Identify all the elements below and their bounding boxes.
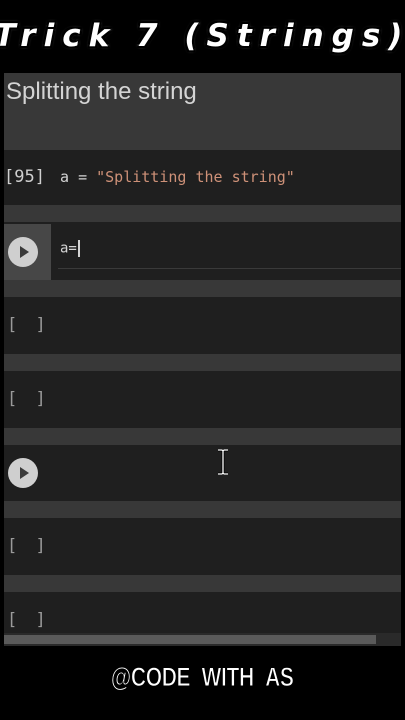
cell-separator <box>4 428 401 445</box>
cell-separator <box>4 354 401 371</box>
cell-gutter <box>4 224 51 280</box>
play-icon <box>9 459 37 487</box>
code-input[interactable]: a= <box>60 241 77 257</box>
text-cell-heading: Splitting the string <box>6 78 197 105</box>
scrollbar-thumb[interactable] <box>4 635 376 644</box>
notebook-area: Splitting the string [95] a = "Splitting… <box>4 73 401 646</box>
empty-cell-prompt: [ ] <box>7 536 50 556</box>
run-cell-button[interactable] <box>8 458 38 488</box>
empty-code-cell[interactable]: [ ] <box>4 592 401 633</box>
empty-cell-prompt: [ ] <box>7 315 50 335</box>
cell-separator <box>4 575 401 592</box>
text-cell[interactable]: Splitting the string <box>4 73 401 150</box>
hovered-code-cell[interactable] <box>4 445 401 501</box>
cell-separator <box>4 501 401 518</box>
cell-separator <box>4 205 401 222</box>
code-editor[interactable]: a= <box>58 232 401 269</box>
play-icon <box>9 238 37 266</box>
empty-cell-prompt: [ ] <box>7 389 50 409</box>
empty-cell-prompt: [ ] <box>7 610 50 630</box>
code-line[interactable]: a = "Splitting the string" <box>60 168 295 186</box>
empty-code-cell[interactable]: [ ] <box>4 297 401 354</box>
text-cursor-pointer-icon <box>218 449 228 475</box>
text-cursor <box>77 240 80 257</box>
code-variable: a <box>60 168 70 186</box>
code-cell-1[interactable]: [95] a = "Splitting the string" <box>4 150 401 205</box>
code-string: "Splitting the string" <box>96 168 295 186</box>
execution-count: [95] <box>4 167 45 187</box>
horizontal-scrollbar[interactable] <box>4 633 401 646</box>
video-title: Trick 7 (Strings) <box>0 18 405 54</box>
run-cell-button[interactable] <box>8 237 38 267</box>
channel-handle: @CODE_WITH_AS <box>111 661 295 692</box>
empty-code-cell[interactable]: [ ] <box>4 371 401 428</box>
empty-code-cell[interactable]: [ ] <box>4 518 401 575</box>
code-operator: = <box>78 168 88 186</box>
active-code-cell[interactable]: a= <box>4 222 401 280</box>
cell-separator <box>4 280 401 297</box>
title-banner: Trick 7 (Strings) <box>0 0 405 72</box>
watermark: @CODE_WITH_AS <box>0 652 405 702</box>
